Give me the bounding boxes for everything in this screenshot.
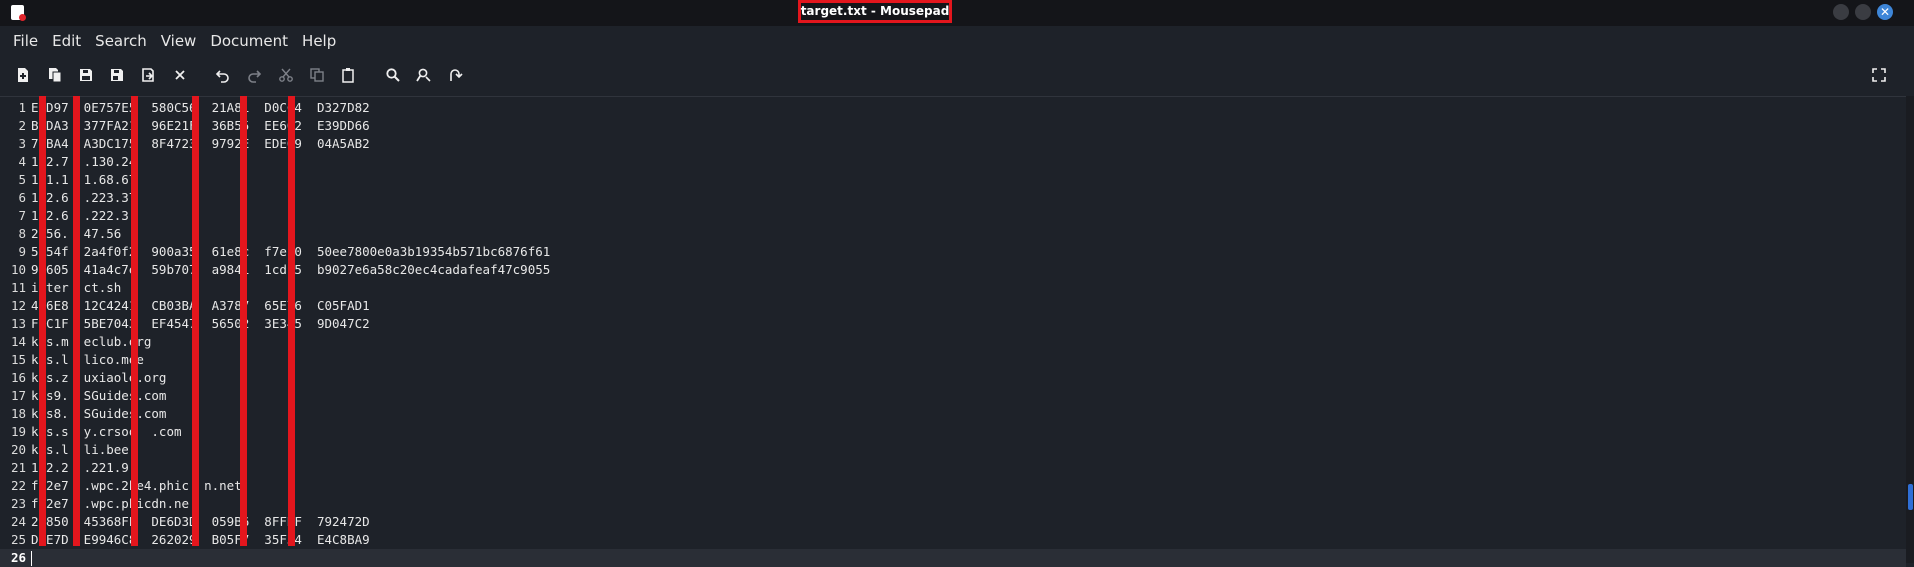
fullscreen-icon[interactable] [1869, 65, 1889, 85]
line-number: 1 [18, 100, 26, 115]
line-number: 20 [10, 442, 26, 457]
window-title: target.txt - Mousepad [800, 4, 950, 18]
text-line[interactable]: 82 56. 47.56 [0, 225, 1906, 243]
menu-edit[interactable]: Edit [45, 28, 88, 54]
new-document-icon[interactable] [13, 65, 33, 85]
vertical-scrollbar[interactable] [1906, 96, 1914, 563]
text-line[interactable]: 41 2.7 .130.24 [0, 153, 1906, 171]
undo-icon[interactable] [213, 65, 233, 85]
text-line[interactable]: 21 1 2.2 .221.9 [0, 459, 1906, 477]
line-number: 25 [10, 532, 26, 547]
line-number: 23 [10, 496, 26, 511]
text-line[interactable]: 11 i ter ct.sh [0, 279, 1906, 297]
cut-icon[interactable] [276, 65, 296, 85]
toolbar [0, 60, 1914, 90]
text-cursor [31, 551, 32, 566]
line-number: 18 [10, 406, 26, 421]
text-line[interactable]: 61 2.6 .223.37 [0, 189, 1906, 207]
line-number: 11 [10, 280, 26, 295]
line-number: 6 [18, 190, 26, 205]
text-line[interactable]: 24 2 850 45368FE DE6D3D 059B6 8FFBF 79247… [0, 513, 1906, 531]
line-number: 9 [18, 244, 26, 259]
mousepad-app-icon [11, 5, 26, 21]
text-line[interactable]: 16 k s.z uxiaole.org [0, 369, 1906, 387]
annotation-bar [192, 96, 199, 546]
menu-search[interactable]: Search [88, 28, 154, 54]
line-number: 24 [10, 514, 26, 529]
menu-file[interactable]: File [0, 28, 45, 54]
text-line[interactable]: 12 4 6E8 12C4241 CB03BA A3787 65E76 C05FA… [0, 297, 1906, 315]
title-bar[interactable]: target.txt - Mousepad ✕ [0, 0, 1914, 26]
line-number: 13 [10, 316, 26, 331]
text-editor[interactable]: 1E D97 0E757E5 580C56 21A81 D0CC4 D327D8… [0, 96, 1906, 567]
line-number: 26 [10, 550, 26, 565]
line-number: 12 [10, 298, 26, 313]
annotation-bar [39, 96, 46, 546]
new-window-icon[interactable] [45, 65, 65, 85]
find-replace-icon[interactable] [414, 65, 434, 85]
text-line[interactable]: 25 D E7D E9946C8 262029 B05F7 35F34 E4C8B… [0, 531, 1906, 549]
menu-view[interactable]: View [154, 28, 204, 54]
text-line[interactable]: 14 k s.m eclub.org [0, 333, 1906, 351]
reload-icon[interactable] [138, 65, 158, 85]
scroll-thumb[interactable] [1908, 484, 1913, 510]
redo-icon[interactable] [244, 65, 264, 85]
text-line[interactable]: 95 54f 2a4f0f2 900a35 61e8c f7ef0 50ee78… [0, 243, 1906, 261]
line-number: 17 [10, 388, 26, 403]
text-line[interactable]: 17 k s9. SGuides.com [0, 387, 1906, 405]
text-line[interactable]: 10 9 605 41a4c7e 59b707 a9841 1cd15 b9027… [0, 261, 1906, 279]
menu-help[interactable]: Help [295, 28, 343, 54]
text-line[interactable]: 71 2.6 .222.3 [0, 207, 1906, 225]
copy-icon[interactable] [307, 65, 327, 85]
text-line[interactable]: 2B DA3 377FA21 96E21F 36B55 EE602 E39DD6… [0, 117, 1906, 135]
find-icon[interactable] [383, 65, 403, 85]
text-line[interactable]: 18 k s8. SGuides.com [0, 405, 1906, 423]
annotation-bar [73, 96, 80, 546]
annotation-bar [288, 96, 295, 546]
line-number: 22 [10, 478, 26, 493]
text-line[interactable]: 20 k s.l li.beer [0, 441, 1906, 459]
text-line[interactable]: 51 1.1 1.68.67 [0, 171, 1906, 189]
line-number: 7 [18, 208, 26, 223]
paste-icon[interactable] [338, 65, 358, 85]
text-line[interactable]: 13 F C1F 5BE7043 EF4547 56502 3E345 9D047… [0, 315, 1906, 333]
line-text[interactable]: f 2e7 .wpc.phicdn.ne [26, 496, 189, 511]
text-line[interactable]: 1E D97 0E757E5 580C56 21A81 D0CC4 D327D8… [0, 99, 1906, 117]
text-line[interactable]: 26 [0, 549, 1906, 567]
text-line[interactable]: 19 k s.s y.crsoo .com [0, 423, 1906, 441]
line-text[interactable]: k s8. SGuides.com [26, 406, 166, 421]
text-line[interactable]: 37 BA4 A3DC175 8F4723 9792E EDE09 04A5AB… [0, 135, 1906, 153]
line-number: 19 [10, 424, 26, 439]
close-window-button[interactable]: ✕ [1877, 4, 1893, 20]
line-text[interactable]: k s9. SGuides.com [26, 388, 166, 403]
line-text[interactable]: k s.s y.crsoo .com [26, 424, 182, 439]
line-number: 5 [18, 172, 26, 187]
save-as-icon[interactable] [107, 65, 127, 85]
go-to-line-icon[interactable] [445, 65, 465, 85]
maximize-button[interactable] [1855, 4, 1871, 20]
line-text[interactable]: k s.z uxiaole.org [26, 370, 166, 385]
annotation-bar [240, 96, 247, 546]
mousepad-window: target.txt - Mousepad ✕ File Edit Search… [0, 0, 1914, 567]
text-line[interactable]: 22f 2e7 .wpc.2be4.phic n.net [0, 477, 1906, 495]
save-icon[interactable] [76, 65, 96, 85]
line-number: 21 [10, 460, 26, 475]
line-number: 3 [18, 136, 26, 151]
close-icon: ✕ [1879, 5, 1891, 19]
text-line[interactable]: 23 f 2e7 .wpc.phicdn.ne [0, 495, 1906, 513]
line-number: 8 [18, 226, 26, 241]
menu-document[interactable]: Document [203, 28, 295, 54]
annotation-bar [131, 96, 138, 546]
close-tab-icon[interactable] [170, 65, 190, 85]
line-number: 4 [18, 154, 26, 169]
menu-bar: File Edit Search View Document Help [0, 28, 1914, 54]
line-number: 2 [18, 118, 26, 133]
line-number: 10 [10, 262, 26, 277]
line-number: 14 [10, 334, 26, 349]
line-number: 15 [10, 352, 26, 367]
minimize-button[interactable] [1833, 4, 1849, 20]
line-number: 16 [10, 370, 26, 385]
text-line[interactable]: 15 k s.l lico.moe [0, 351, 1906, 369]
